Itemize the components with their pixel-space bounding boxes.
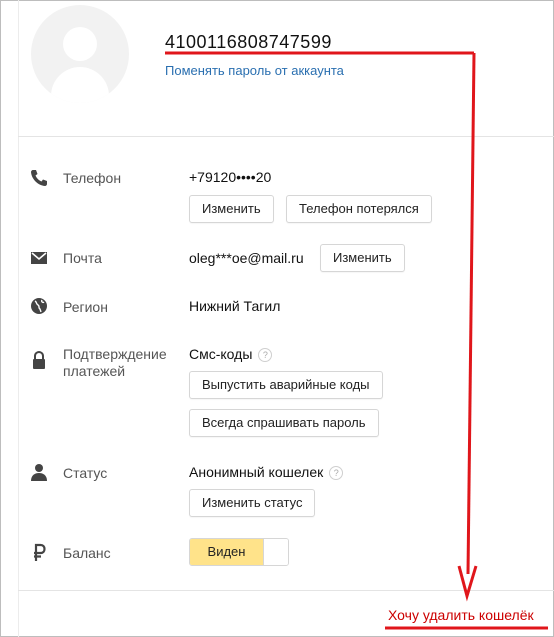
globe-icon xyxy=(31,298,47,314)
toggle-knob xyxy=(263,539,288,565)
region-value: Нижний Тагил xyxy=(189,298,281,314)
balance-label: Баланс xyxy=(63,545,111,561)
delete-wallet-link[interactable]: Хочу удалить кошелёк xyxy=(388,607,534,623)
status-value: Анонимный кошелек? xyxy=(189,464,344,480)
account-number: 4100116808747599 xyxy=(165,32,332,52)
ruble-icon xyxy=(34,543,46,561)
avatar-head-shape xyxy=(63,27,97,61)
payment-confirmation-text: Смс-коды xyxy=(189,346,253,362)
phone-lost-button[interactable]: Телефон потерялся xyxy=(286,195,432,223)
balance-visibility-toggle[interactable]: Виден xyxy=(189,538,289,566)
phone-label: Телефон xyxy=(63,170,122,186)
payment-help-icon[interactable]: ? xyxy=(258,348,273,362)
change-email-button[interactable]: Изменить xyxy=(320,244,405,272)
emergency-codes-button[interactable]: Выпустить аварийные коды xyxy=(189,371,383,399)
content-edge xyxy=(18,0,19,637)
footer-divider xyxy=(18,590,554,591)
lock-icon xyxy=(33,350,45,369)
payment-confirmation-value: Смс-коды? xyxy=(189,346,273,362)
email-value: oleg***oe@mail.ru xyxy=(189,250,304,266)
balance-toggle-label: Виден xyxy=(190,539,263,565)
phone-icon xyxy=(31,170,47,186)
email-label: Почта xyxy=(63,250,102,266)
status-label: Статус xyxy=(63,465,108,481)
change-password-link[interactable]: Поменять пароль от аккаунта xyxy=(165,63,344,78)
phone-value: +79120••••20 xyxy=(189,169,272,185)
always-ask-password-button[interactable]: Всегда спрашивать пароль xyxy=(189,409,379,437)
change-status-button[interactable]: Изменить статус xyxy=(189,489,316,517)
change-phone-button[interactable]: Изменить xyxy=(189,195,274,223)
mail-icon xyxy=(31,252,47,264)
region-label: Регион xyxy=(63,299,108,315)
user-icon xyxy=(31,464,47,481)
payment-confirmation-label: Подтверждение платежей xyxy=(63,346,167,379)
header-divider xyxy=(18,136,554,137)
avatar[interactable] xyxy=(31,5,129,103)
avatar-body-shape xyxy=(51,67,109,103)
status-help-icon[interactable]: ? xyxy=(329,466,344,480)
status-text: Анонимный кошелек xyxy=(189,464,324,480)
